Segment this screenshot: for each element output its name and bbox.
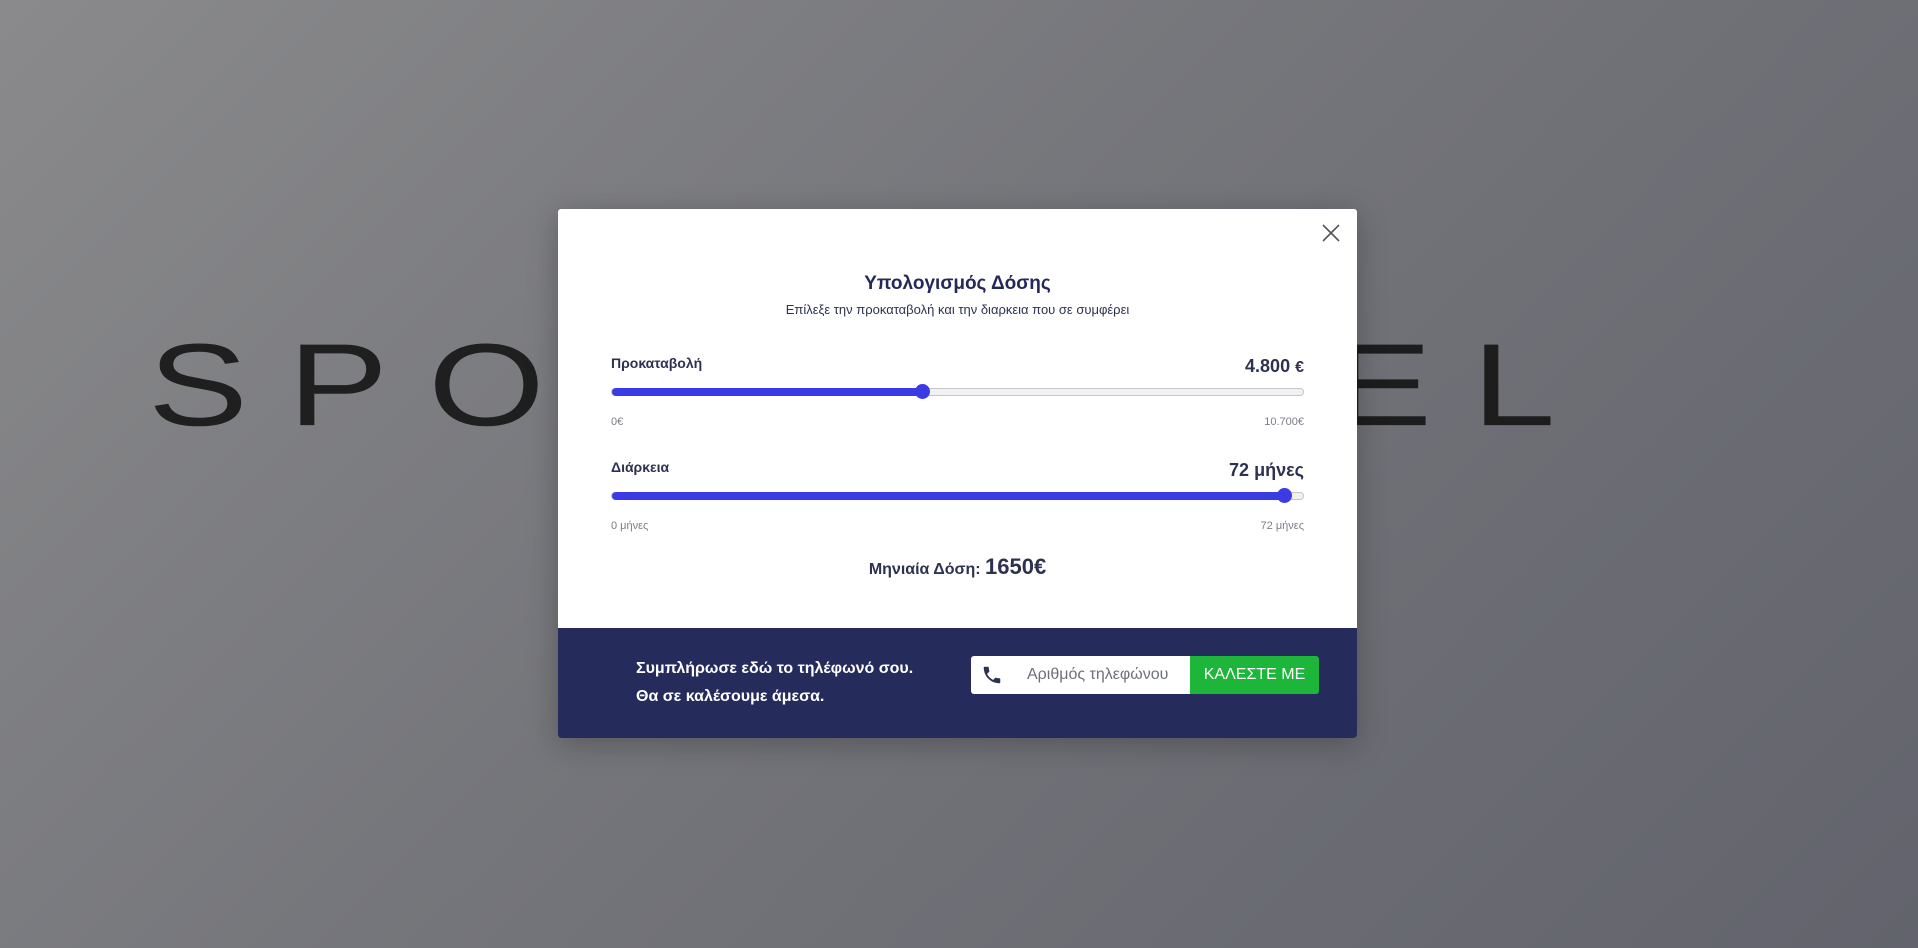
- callback-text: Συμπλήρωσε εδώ το τηλέφωνό σου. Θα σε κα…: [636, 655, 913, 711]
- down-payment-value: 4.800 €: [1245, 356, 1304, 377]
- down-payment-label: Προκαταβολή: [611, 355, 703, 371]
- callback-text-line2: Θα σε καλέσουμε άμεσα.: [636, 688, 825, 705]
- duration-min: 0 μήνες: [611, 520, 649, 532]
- duration-slider: Διάρκεια 72 μήνες 0 μήνες 72 μήνες: [611, 459, 1304, 539]
- down-payment-max: 10.700€: [1264, 416, 1304, 428]
- down-payment-unit: €: [1295, 359, 1304, 376]
- callback-text-line1: Συμπλήρωσε εδώ το τηλέφωνό σου.: [636, 660, 914, 677]
- duration-value: 72 μήνες: [1229, 460, 1304, 480]
- phone-input-wrapper: [971, 656, 1190, 694]
- phone-input[interactable]: [1011, 656, 1186, 694]
- duration-label: Διάρκεια: [611, 459, 670, 475]
- monthly-installment-amount: 1650€: [985, 554, 1047, 579]
- duration-track[interactable]: [611, 488, 1304, 503]
- phone-icon: [983, 666, 1001, 684]
- down-payment-slider: Προκαταβολή 4.800 € 0€ 10.700€: [611, 355, 1304, 435]
- down-payment-track[interactable]: [611, 384, 1304, 399]
- installment-calculator-modal: Υπολογισμός Δόσης Επίλεξε την προκαταβολ…: [558, 209, 1357, 738]
- call-me-button[interactable]: ΚΑΛΕΣΤΕ ΜΕ: [1190, 656, 1319, 694]
- duration-max: 72 μήνες: [1260, 520, 1304, 532]
- down-payment-amount: 4.800: [1245, 356, 1291, 376]
- phone-form: ΚΑΛΕΣΤΕ ΜΕ: [971, 656, 1319, 694]
- duration-thumb[interactable]: [1277, 488, 1293, 503]
- monthly-installment: Μηνιαία Δόση: 1650€: [558, 554, 1357, 580]
- monthly-installment-label: Μηνιαία Δόση:: [868, 561, 981, 578]
- down-payment-fill: [612, 388, 922, 396]
- duration-fill: [612, 492, 1285, 500]
- modal-body: Υπολογισμός Δόσης Επίλεξε την προκαταβολ…: [558, 209, 1357, 628]
- down-payment-min: 0€: [611, 416, 624, 428]
- callback-footer: Συμπλήρωσε εδώ το τηλέφωνό σου. Θα σε κα…: [558, 628, 1357, 738]
- close-icon: [1322, 224, 1340, 242]
- modal-title: Υπολογισμός Δόσης: [864, 273, 1051, 294]
- down-payment-thumb[interactable]: [914, 384, 930, 399]
- modal-subtitle: Επίλεξε την προκαταβολή και την διαρκεια…: [785, 302, 1130, 317]
- close-button[interactable]: [1319, 221, 1343, 245]
